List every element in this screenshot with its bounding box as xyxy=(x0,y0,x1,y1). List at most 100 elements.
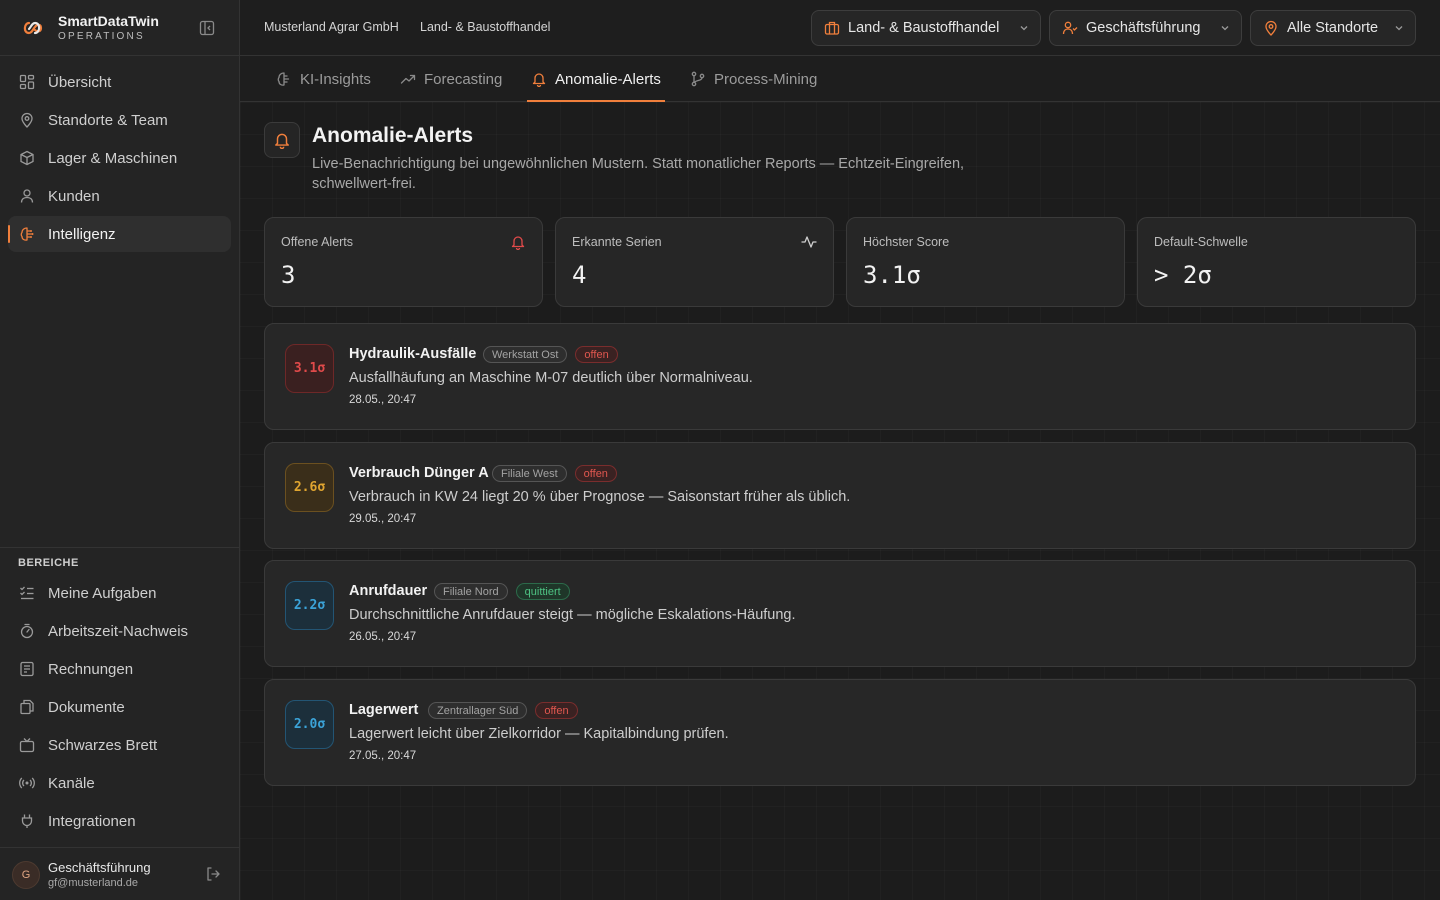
user-email: gf@musterland.de xyxy=(48,877,139,889)
files-icon xyxy=(18,698,36,716)
sidebar-item-label: Schwarzes Brett xyxy=(48,736,158,754)
sidebar-item-label: Kunden xyxy=(48,187,100,205)
alert-title: Verbrauch Dünger A xyxy=(349,465,489,481)
plug-icon xyxy=(18,812,36,830)
sidebar-item-standorte[interactable]: Standorte & Team xyxy=(8,102,231,138)
app-subtitle: OPERATIONS xyxy=(58,31,145,42)
location-badge: Zentrallager Süd xyxy=(428,702,528,719)
sidebar-section-title: BEREICHE xyxy=(18,557,79,569)
score-badge: 2.2σ xyxy=(285,581,334,630)
logo-icon xyxy=(23,21,43,35)
logout-icon[interactable] xyxy=(205,866,221,882)
sidebar-item-label: Übersicht xyxy=(48,73,112,91)
grid-icon xyxy=(18,73,36,91)
brain-icon xyxy=(277,72,290,86)
location-select-value: Alle Standorte xyxy=(1287,20,1379,36)
broadcast-icon xyxy=(18,774,36,792)
bell-icon xyxy=(532,73,546,87)
sidebar: SmartDataTwin OPERATIONS Übersicht Stand… xyxy=(0,0,240,900)
location-badge: Filiale Nord xyxy=(434,583,508,600)
alert-card[interactable]: 2.2σ Anrufdauer Filiale Nord quittiert D… xyxy=(264,560,1416,667)
avatar[interactable]: G xyxy=(12,861,40,889)
stat-card-erkannte-serien: Erkannte Serien 4 xyxy=(555,217,834,307)
sidebar-item-intelligenz[interactable]: Intelligenz xyxy=(8,216,231,252)
status-badge: offen xyxy=(575,346,618,363)
alert-time: 27.05., 20:47 xyxy=(349,750,417,762)
user-icon xyxy=(18,187,36,205)
brain-icon xyxy=(18,225,36,243)
breadcrumb-division[interactable]: Land- & Baustoffhandel xyxy=(420,20,550,34)
alert-description: Verbrauch in KW 24 liegt 20 % über Progn… xyxy=(349,489,851,505)
alert-card[interactable]: 2.0σ Lagerwert Zentrallager Süd offen La… xyxy=(264,679,1416,786)
sidebar-item-label: Lager & Maschinen xyxy=(48,149,178,167)
users-icon xyxy=(1062,21,1078,35)
tab-label: Anomalie-Alerts xyxy=(555,70,661,88)
location-badge: Werkstatt Ost xyxy=(483,346,568,363)
breadcrumb-company[interactable]: Musterland Agrar GmbH xyxy=(264,20,399,34)
alert-description: Durchschnittliche Anrufdauer steigt — mö… xyxy=(349,607,796,623)
role-select[interactable]: Geschäftsführung xyxy=(1049,10,1242,46)
alert-tags: Zentrallager Süd offen xyxy=(428,702,578,719)
branch-select-value: Land- & Baustoffhandel xyxy=(848,20,1000,36)
stat-label: Offene Alerts xyxy=(281,235,354,249)
alert-tags: Werkstatt Ost offen xyxy=(483,346,618,363)
score-badge: 2.0σ xyxy=(285,700,334,749)
sidebar-item-kanaele[interactable]: Kanäle xyxy=(8,765,231,801)
sidebar-item-arbeitszeit[interactable]: Arbeitszeit-Nachweis xyxy=(8,613,231,649)
stat-label: Höchster Score xyxy=(863,235,950,249)
tab-label: KI-Insights xyxy=(300,70,371,88)
receipt-icon xyxy=(18,660,36,678)
checklist-icon xyxy=(18,584,36,602)
sidebar-item-aufgaben[interactable]: Meine Aufgaben xyxy=(8,575,231,611)
sidebar-item-label: Dokumente xyxy=(48,698,125,716)
status-badge: offen xyxy=(535,702,578,719)
main-content: Anomalie-Alerts Live-Benachrichtigung be… xyxy=(240,102,1440,900)
score-badge: 3.1σ xyxy=(285,344,334,393)
sidebar-item-uebersicht[interactable]: Übersicht xyxy=(8,64,231,100)
tab-anomalie-alerts[interactable]: Anomalie-Alerts xyxy=(527,56,665,102)
tab-forecasting[interactable]: Forecasting xyxy=(400,56,502,102)
alert-title: Anrufdauer xyxy=(349,583,428,599)
chevron-down-icon xyxy=(1020,26,1028,31)
alert-time: 26.05., 20:47 xyxy=(349,631,417,643)
sidebar-item-label: Intelligenz xyxy=(48,225,116,243)
chevron-down-icon xyxy=(1221,26,1229,31)
stat-value: 3 xyxy=(281,261,296,289)
sidebar-item-schwarzes-brett[interactable]: Schwarzes Brett xyxy=(8,727,231,763)
stopwatch-icon xyxy=(18,622,36,640)
location-badge: Filiale West xyxy=(492,465,567,482)
stat-label: Erkannte Serien xyxy=(572,235,662,249)
status-badge: quittiert xyxy=(515,583,570,600)
location-select[interactable]: Alle Standorte xyxy=(1250,10,1416,46)
sidebar-item-dokumente[interactable]: Dokumente xyxy=(8,689,231,725)
branch-select[interactable]: Land- & Baustoffhandel xyxy=(811,10,1041,46)
alert-description: Ausfallhäufung an Maschine M-07 deutlich… xyxy=(349,370,753,386)
alert-card[interactable]: 2.6σ Verbrauch Dünger A Filiale West off… xyxy=(264,442,1416,549)
alert-card[interactable]: 3.1σ Hydraulik-Ausfälle Werkstatt Ost of… xyxy=(264,323,1416,430)
map-pin-icon xyxy=(18,111,36,129)
tab-label: Process-Mining xyxy=(714,70,818,88)
sidebar-item-label: Rechnungen xyxy=(48,660,134,678)
tab-label: Forecasting xyxy=(424,70,503,88)
sidebar-item-rechnungen[interactable]: Rechnungen xyxy=(8,651,231,687)
sidebar-item-kunden[interactable]: Kunden xyxy=(8,178,231,214)
tab-process-mining[interactable]: Process-Mining xyxy=(690,56,817,102)
alert-tags: Filiale Nord quittiert xyxy=(434,583,570,600)
user-name: Geschäftsführung xyxy=(48,860,151,875)
status-badge: offen xyxy=(574,465,617,482)
sidebar-collapse-icon[interactable] xyxy=(199,20,215,36)
sidebar-item-label: Arbeitszeit-Nachweis xyxy=(48,622,189,640)
sidebar-item-label: Standorte & Team xyxy=(48,111,168,129)
stat-value: 3.1σ xyxy=(863,261,921,289)
bell-icon xyxy=(511,236,525,250)
sidebar-item-integrationen[interactable]: Integrationen xyxy=(8,803,231,839)
sidebar-item-label: Meine Aufgaben xyxy=(48,584,157,602)
sidebar-item-lager[interactable]: Lager & Maschinen xyxy=(8,140,231,176)
tab-ki-insights[interactable]: KI-Insights xyxy=(276,56,371,102)
bell-icon xyxy=(264,122,300,158)
role-select-value: Geschäftsführung xyxy=(1086,20,1201,36)
stat-card-default-schwelle: Default-Schwelle > 2σ xyxy=(1137,217,1416,307)
app-name: SmartDataTwin xyxy=(58,13,159,29)
stat-value: > 2σ xyxy=(1154,261,1212,289)
stat-card-offene-alerts: Offene Alerts 3 xyxy=(264,217,543,307)
